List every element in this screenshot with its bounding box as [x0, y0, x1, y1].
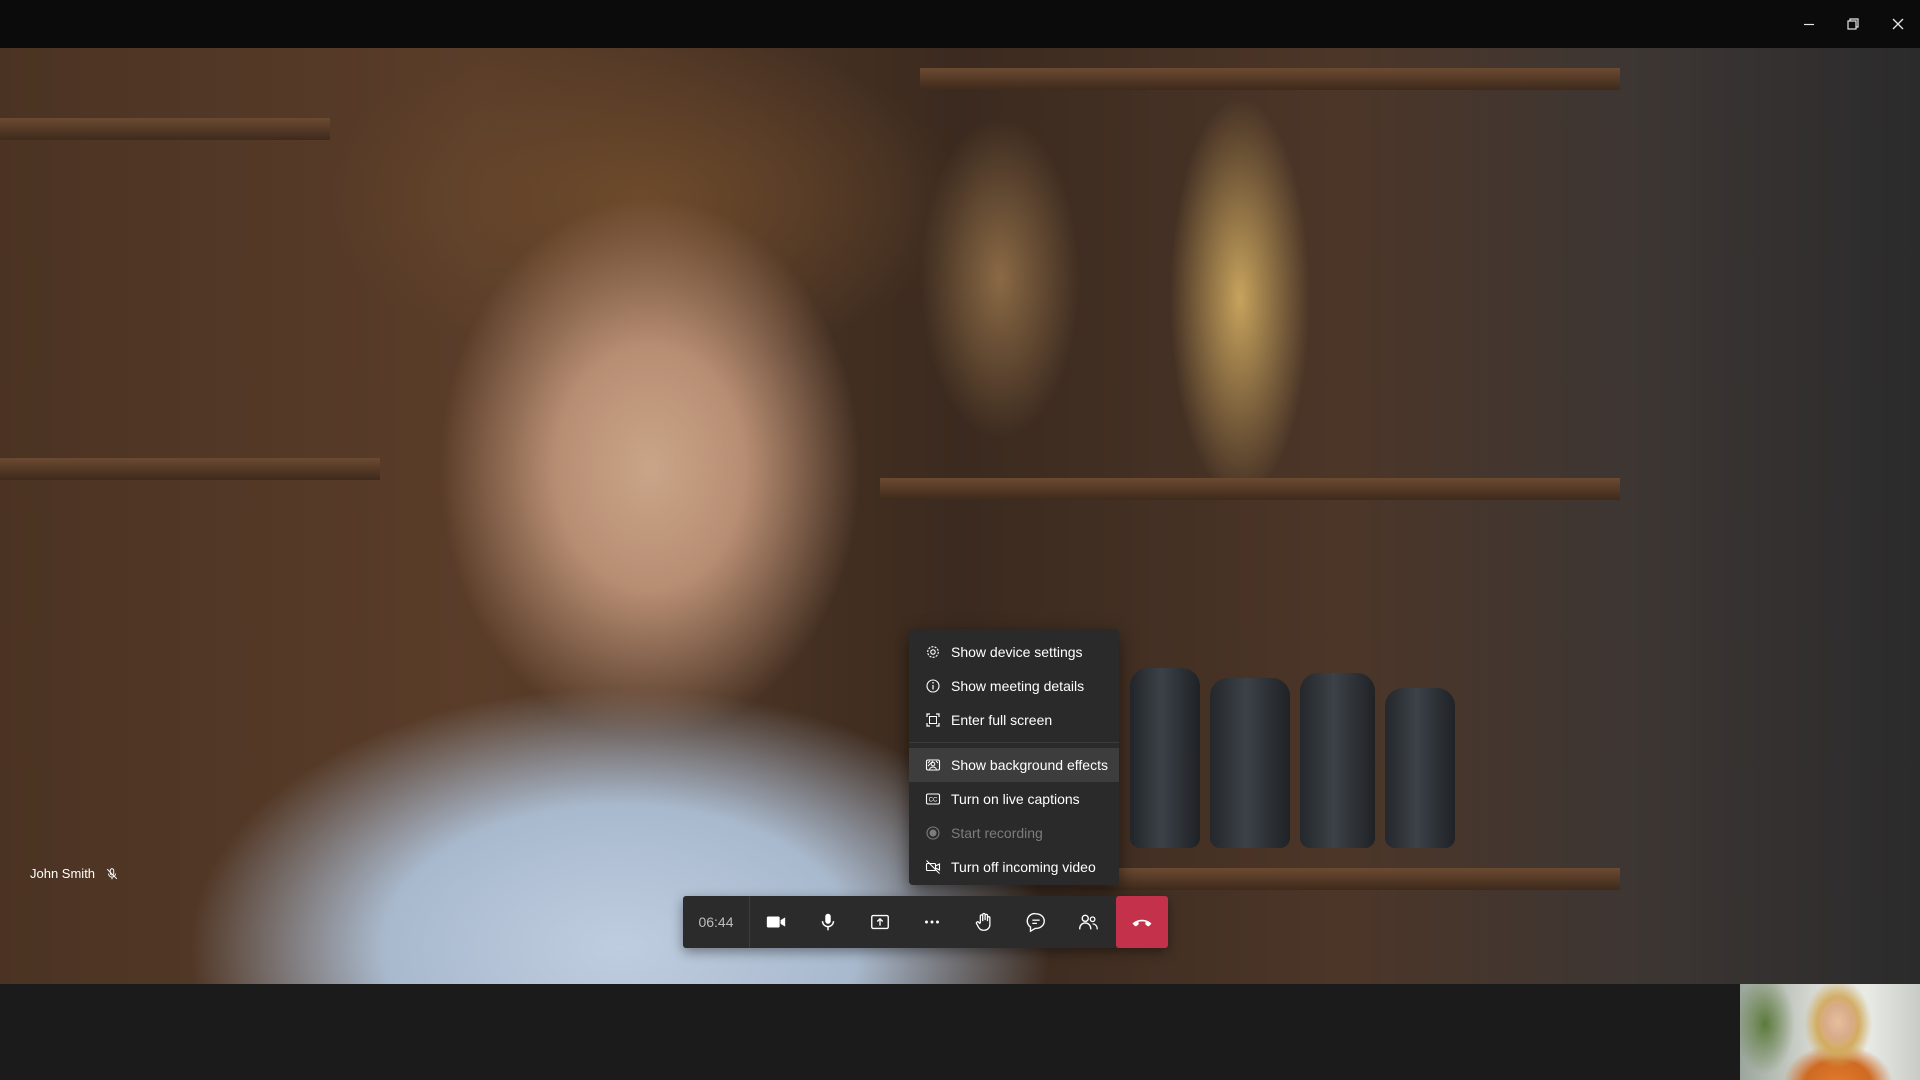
shelf	[1080, 868, 1620, 890]
record-icon	[924, 824, 942, 842]
chat-button[interactable]	[1010, 896, 1062, 948]
menu-item-background-effects[interactable]: Show background effects	[909, 748, 1119, 782]
mic-off-icon	[106, 867, 118, 879]
menu-item-label: Turn off incoming video	[951, 859, 1096, 875]
menu-item-meeting-details[interactable]: Show meeting details	[909, 669, 1119, 703]
background-effects-icon	[924, 756, 942, 774]
title-bar	[0, 0, 1920, 48]
minimize-button[interactable]	[1787, 0, 1831, 48]
shelf	[0, 118, 330, 140]
video-off-icon	[924, 858, 942, 876]
menu-item-label: Turn on live captions	[951, 791, 1080, 807]
participant-name: John Smith	[30, 866, 96, 881]
menu-item-live-captions[interactable]: CC Turn on live captions	[909, 782, 1119, 816]
participants-icon	[1079, 914, 1098, 930]
svg-text:CC: CC	[929, 798, 938, 804]
restore-button[interactable]	[1831, 0, 1875, 48]
menu-item-device-settings[interactable]: Show device settings	[909, 635, 1119, 669]
menu-item-label: Start recording	[951, 825, 1043, 841]
microphone-button[interactable]	[802, 896, 854, 948]
share-screen-icon	[871, 914, 889, 930]
participant-name-tag: John Smith	[30, 866, 119, 881]
shelf	[920, 68, 1620, 90]
camera-icon	[766, 916, 786, 928]
jar	[1130, 668, 1200, 848]
call-toolbar: 06:44	[683, 896, 1168, 948]
menu-item-label: Show meeting details	[951, 678, 1085, 694]
close-button[interactable]	[1876, 0, 1920, 48]
call-timer: 06:44	[698, 914, 734, 930]
captions-icon: CC	[924, 790, 942, 808]
menu-divider	[909, 742, 1119, 743]
raise-hand-button[interactable]	[958, 896, 1010, 948]
shelf	[880, 478, 1620, 500]
more-options-menu: Show device settings Show meeting detail…	[909, 629, 1119, 885]
jar	[1300, 673, 1375, 848]
camera-button[interactable]	[750, 896, 802, 948]
gear-icon	[924, 643, 942, 661]
self-view-video[interactable]	[1740, 984, 1920, 1080]
shelf	[0, 458, 380, 480]
fullscreen-icon	[924, 711, 942, 729]
menu-item-label: Show device settings	[951, 644, 1083, 660]
close-icon	[1892, 18, 1904, 30]
menu-item-full-screen[interactable]: Enter full screen	[909, 703, 1119, 737]
minimize-icon	[1804, 23, 1814, 26]
menu-item-label: Enter full screen	[951, 712, 1053, 728]
hang-up-button[interactable]	[1116, 896, 1168, 948]
more-options-button[interactable]	[906, 896, 958, 948]
restore-icon	[1847, 18, 1859, 30]
participants-button[interactable]	[1062, 896, 1114, 948]
menu-item-incoming-video[interactable]: Turn off incoming video	[909, 850, 1119, 884]
microphone-icon	[821, 913, 835, 931]
share-screen-button[interactable]	[854, 896, 906, 948]
more-options-icon	[925, 920, 939, 924]
raise-hand-icon	[975, 912, 991, 931]
menu-item-label: Show background effects	[951, 757, 1108, 773]
chat-icon	[1026, 912, 1045, 933]
info-icon	[924, 677, 942, 695]
jar	[1385, 688, 1455, 848]
jar	[1210, 678, 1290, 848]
hang-up-icon	[1132, 919, 1152, 927]
menu-item-start-recording: Start recording	[909, 816, 1119, 850]
bottom-strip	[0, 984, 1920, 1080]
